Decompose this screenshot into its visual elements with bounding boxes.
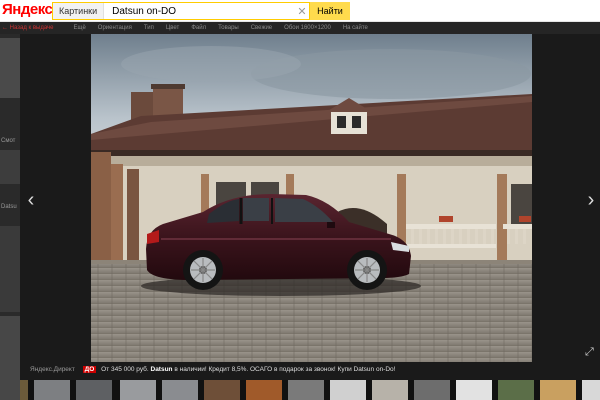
ad-label: Яндекс.Директ bbox=[30, 366, 75, 373]
result-thumbnail[interactable] bbox=[0, 316, 20, 400]
result-caption: Смот bbox=[1, 138, 16, 144]
search-input[interactable]: Datsun on-DO bbox=[104, 6, 295, 17]
thumbnail[interactable] bbox=[498, 380, 534, 400]
prev-arrow-icon[interactable]: ‹ bbox=[21, 189, 41, 212]
filter-wallpaper[interactable]: Обои 1600×1200 bbox=[284, 25, 331, 31]
thumbnail[interactable] bbox=[246, 380, 282, 400]
result-thumbnail[interactable] bbox=[0, 150, 20, 184]
thumbnail[interactable] bbox=[120, 380, 156, 400]
filter-goods[interactable]: Товары bbox=[218, 25, 239, 31]
logo-text: Яндекс bbox=[2, 1, 53, 18]
thumbnail[interactable] bbox=[288, 380, 324, 400]
direct-ad[interactable]: Яндекс.Директ ДО От 345 000 руб. Datsun … bbox=[30, 366, 395, 373]
main-image[interactable] bbox=[91, 34, 532, 362]
thumbnail[interactable] bbox=[540, 380, 576, 400]
filter-orientation[interactable]: Ориентация bbox=[98, 25, 132, 31]
thumbnail[interactable] bbox=[76, 380, 112, 400]
result-thumbnail[interactable] bbox=[0, 38, 20, 98]
filter-type[interactable]: Тип bbox=[144, 25, 154, 31]
thumbnail[interactable] bbox=[162, 380, 198, 400]
filter-on-site[interactable]: На сайте bbox=[343, 25, 368, 31]
result-thumbnail[interactable] bbox=[0, 226, 20, 312]
thumbnail[interactable] bbox=[330, 380, 366, 400]
search-box[interactable]: Картинки Datsun on-DO ✕ bbox=[52, 2, 310, 20]
ad-price: От 345 000 руб. bbox=[101, 366, 149, 373]
image-viewer: ‹ › ⤢ Яндекс.Директ ДО От 345 000 руб. D… bbox=[20, 34, 600, 380]
result-caption: Datsu bbox=[1, 204, 17, 210]
filter-more[interactable]: Ещё bbox=[74, 25, 86, 31]
thumbnail-strip bbox=[20, 380, 600, 400]
car-photo bbox=[91, 34, 532, 362]
background-results: Смот Datsu bbox=[0, 34, 20, 400]
next-arrow-icon[interactable]: › bbox=[581, 189, 600, 212]
filter-bar: ← Назад к выдаче Ещё Ориентация Тип Цвет… bbox=[0, 22, 600, 34]
filter-color[interactable]: Цвет bbox=[166, 25, 179, 31]
ad-brand: Datsun bbox=[150, 366, 173, 373]
thumbnail[interactable] bbox=[34, 380, 70, 400]
thumbnail[interactable] bbox=[204, 380, 240, 400]
thumbnail[interactable] bbox=[414, 380, 450, 400]
thumbnail[interactable] bbox=[582, 380, 600, 400]
find-button[interactable]: Найти bbox=[310, 2, 350, 20]
ad-text: в наличии! Кредит 8,5%. ОСАГО в подарок … bbox=[174, 366, 352, 373]
ad-link[interactable]: Datsun on-Do! bbox=[354, 366, 396, 373]
fullscreen-icon[interactable]: ⤢ bbox=[585, 346, 594, 359]
thumbnail[interactable] bbox=[20, 380, 28, 400]
back-to-results-link[interactable]: ← Назад к выдаче bbox=[2, 25, 54, 31]
clear-icon[interactable]: ✕ bbox=[295, 5, 309, 18]
thumbnail[interactable] bbox=[372, 380, 408, 400]
yandex-logo[interactable]: Яндекс bbox=[2, 1, 53, 18]
ad-badge: ДО bbox=[82, 366, 97, 373]
search-section-chip[interactable]: Картинки bbox=[53, 3, 105, 19]
filter-file[interactable]: Файл bbox=[191, 25, 206, 31]
top-bar: Яндекс Картинки Datsun on-DO ✕ Найти bbox=[0, 0, 600, 22]
thumbnail[interactable] bbox=[456, 380, 492, 400]
filter-fresh[interactable]: Свежие bbox=[251, 25, 272, 31]
